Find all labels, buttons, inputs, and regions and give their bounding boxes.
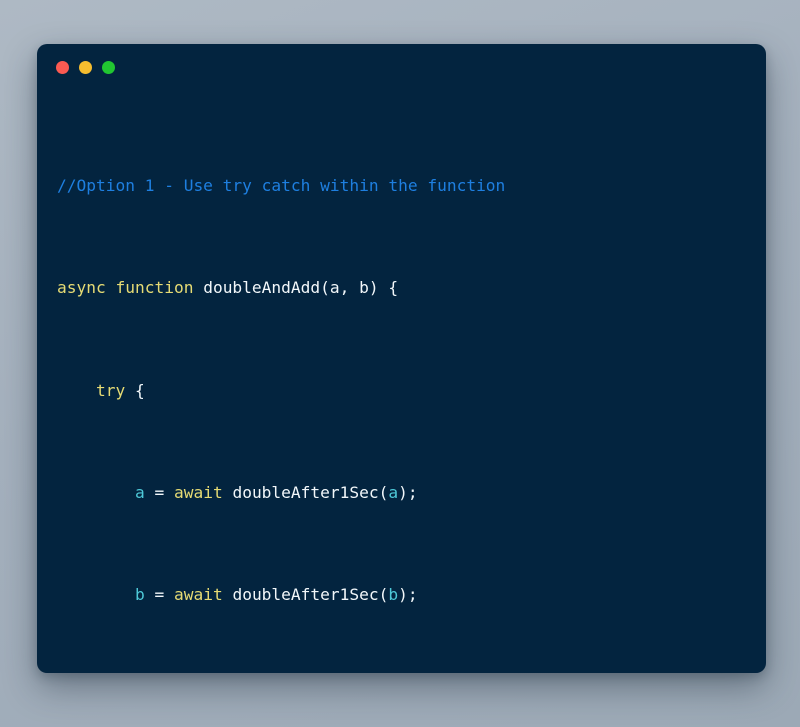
- variable-token: a: [134, 482, 145, 502]
- call-token: doubleAfter1Sec(: [222, 482, 389, 502]
- code-line: async function doubleAndAdd(a, b) {: [57, 275, 766, 301]
- code-line: a = await doubleAfter1Sec(a);: [57, 480, 766, 506]
- keyword-token: await: [173, 585, 223, 605]
- punct-token: );: [398, 482, 418, 502]
- code-window: //Option 1 - Use try catch within the fu…: [37, 44, 766, 673]
- code-block: //Option 1 - Use try catch within the fu…: [37, 90, 766, 673]
- keyword-token: async function: [57, 278, 194, 298]
- variable-token: a: [388, 482, 399, 502]
- code-line: //Option 1 - Use try catch within the fu…: [57, 173, 766, 199]
- keyword-token: await: [173, 482, 223, 502]
- maximize-button-dot[interactable]: [102, 60, 115, 74]
- punct-token: );: [398, 585, 418, 605]
- code-line: try {: [57, 378, 766, 404]
- operator-token: =: [144, 585, 174, 605]
- variable-token: b: [388, 585, 399, 605]
- params-token: (a, b) {: [320, 278, 399, 298]
- punct-token: {: [125, 380, 145, 400]
- variable-token: b: [134, 585, 145, 605]
- comment-token: //Option 1 - Use try catch within the fu…: [57, 175, 506, 195]
- operator-token: =: [144, 482, 174, 502]
- keyword-token: try: [95, 380, 126, 400]
- call-token: doubleAfter1Sec(: [222, 585, 389, 605]
- code-line: b = await doubleAfter1Sec(b);: [57, 582, 766, 608]
- minimize-button-dot[interactable]: [79, 60, 92, 74]
- function-name-token: doubleAndAdd: [193, 278, 321, 298]
- window-titlebar: [37, 44, 766, 90]
- close-button-dot[interactable]: [56, 60, 69, 74]
